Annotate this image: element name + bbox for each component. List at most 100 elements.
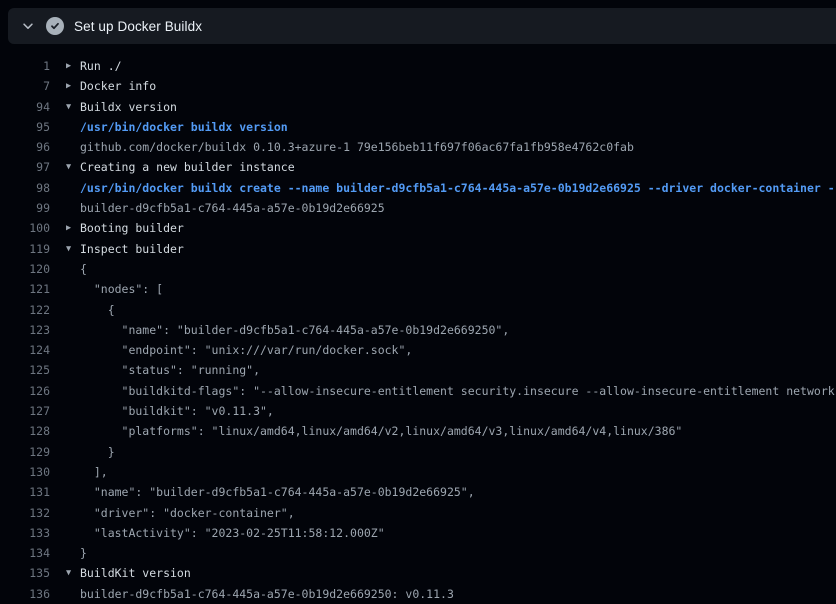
- log-line[interactable]: 119 ▼Inspect builder: [0, 239, 836, 259]
- line-number[interactable]: 130: [0, 462, 50, 482]
- gutter-spacer: [66, 462, 80, 482]
- line-number[interactable]: 129: [0, 442, 50, 462]
- output-text: "driver": "docker-container",: [80, 503, 295, 523]
- triangle-right-icon[interactable]: ▶: [66, 218, 80, 238]
- line-number[interactable]: 119: [0, 239, 50, 259]
- line-number[interactable]: 123: [0, 320, 50, 340]
- line-number[interactable]: 7: [0, 76, 50, 96]
- line-number[interactable]: 125: [0, 360, 50, 380]
- line-number[interactable]: 133: [0, 523, 50, 543]
- gutter-spacer: [66, 340, 80, 360]
- line-number[interactable]: 132: [0, 503, 50, 523]
- line-number[interactable]: 134: [0, 543, 50, 563]
- line-number[interactable]: 128: [0, 421, 50, 441]
- log-line[interactable]: 94▼Buildx version: [0, 97, 836, 117]
- gutter-spacer: [66, 401, 80, 421]
- gutter-spacer: [66, 279, 80, 299]
- gutter-spacer: [66, 503, 80, 523]
- triangle-down-icon[interactable]: ▼: [66, 563, 80, 583]
- log-line: 127 "buildkit": "v0.11.3",: [0, 401, 836, 421]
- log-line: 125 "status": "running",: [0, 360, 836, 380]
- gutter-spacer: [66, 259, 80, 279]
- line-number[interactable]: 98: [0, 178, 50, 198]
- group-title: Docker info: [80, 76, 156, 96]
- log-line: 98/usr/bin/docker buildx create --name b…: [0, 178, 836, 198]
- chevron-down-icon: [21, 19, 35, 33]
- group-title: Inspect builder: [80, 239, 184, 259]
- command-text: /usr/bin/docker buildx version: [80, 117, 288, 137]
- gutter-spacer: [66, 320, 80, 340]
- log-line: 121 "nodes": [: [0, 279, 836, 299]
- triangle-down-icon[interactable]: ▼: [66, 157, 80, 177]
- log-line[interactable]: 7 ▶Docker info: [0, 76, 836, 96]
- log-line: 133 "lastActivity": "2023-02-25T11:58:12…: [0, 523, 836, 543]
- log-line: 122 {: [0, 300, 836, 320]
- line-number[interactable]: 121: [0, 279, 50, 299]
- log-line: 96 github.com/docker/buildx 0.10.3+azure-…: [0, 137, 836, 157]
- line-number[interactable]: 120: [0, 259, 50, 279]
- output-text: {: [80, 259, 87, 279]
- output-text: "endpoint": "unix:///var/run/docker.sock…: [80, 340, 412, 360]
- output-text: "buildkitd-flags": "--allow-insecure-ent…: [80, 381, 836, 401]
- log-line[interactable]: 135 ▼BuildKit version: [0, 563, 836, 583]
- log-line: 95/usr/bin/docker buildx version: [0, 117, 836, 137]
- command-text: /usr/bin/docker buildx create --name bui…: [80, 178, 836, 198]
- log-line[interactable]: 97 ▼Creating a new builder instance: [0, 157, 836, 177]
- gutter-spacer: [66, 584, 80, 604]
- log-line: 134}: [0, 543, 836, 563]
- output-text: ],: [80, 462, 108, 482]
- line-number[interactable]: 95: [0, 117, 50, 137]
- gutter-spacer: [66, 360, 80, 380]
- gutter-spacer: [66, 300, 80, 320]
- log-line[interactable]: 1 ▶Run ./: [0, 56, 836, 76]
- line-number[interactable]: 94: [0, 97, 50, 117]
- group-title: Run ./: [80, 56, 122, 76]
- output-text: "lastActivity": "2023-02-25T11:58:12.000…: [80, 523, 385, 543]
- log-line: 128 "platforms": "linux/amd64,linux/amd6…: [0, 421, 836, 441]
- check-circle-icon: [46, 17, 64, 35]
- line-number[interactable]: 99: [0, 198, 50, 218]
- line-number[interactable]: 122: [0, 300, 50, 320]
- gutter-spacer: [66, 523, 80, 543]
- log-line: 131 "name": "builder-d9cfb5a1-c764-445a-…: [0, 482, 836, 502]
- log-line: 99builder-d9cfb5a1-c764-445a-a57e-0b19d2…: [0, 198, 836, 218]
- line-number[interactable]: 97: [0, 157, 50, 177]
- log-line: 136 builder-d9cfb5a1-c764-445a-a57e-0b19d…: [0, 584, 836, 604]
- gutter-spacer: [66, 137, 80, 157]
- line-number[interactable]: 96: [0, 137, 50, 157]
- gutter-spacer: [66, 442, 80, 462]
- log-line: 120 {: [0, 259, 836, 279]
- output-text: "platforms": "linux/amd64,linux/amd64/v2…: [80, 421, 682, 441]
- output-text: github.com/docker/buildx 0.10.3+azure-1 …: [80, 137, 634, 157]
- group-title: BuildKit version: [80, 563, 191, 583]
- log-line: 124 "endpoint": "unix:///var/run/docker.…: [0, 340, 836, 360]
- log-line: 129 }: [0, 442, 836, 462]
- line-number[interactable]: 136: [0, 584, 50, 604]
- gutter-spacer: [66, 198, 80, 218]
- output-text: {: [80, 300, 115, 320]
- line-number[interactable]: 126: [0, 381, 50, 401]
- gutter-spacer: [66, 117, 80, 137]
- log-line: 126 "buildkitd-flags": "--allow-insecure…: [0, 381, 836, 401]
- group-title: Creating a new builder instance: [80, 157, 295, 177]
- output-text: builder-d9cfb5a1-c764-445a-a57e-0b19d2e6…: [80, 584, 454, 604]
- collapse-step-button[interactable]: [16, 14, 40, 38]
- line-number[interactable]: 135: [0, 563, 50, 583]
- line-number[interactable]: 131: [0, 482, 50, 502]
- triangle-down-icon[interactable]: ▼: [66, 97, 80, 117]
- output-text: }: [80, 543, 87, 563]
- log-line[interactable]: 100▶Booting builder: [0, 218, 836, 238]
- line-number[interactable]: 127: [0, 401, 50, 421]
- triangle-right-icon[interactable]: ▶: [66, 76, 80, 96]
- output-text: "status": "running",: [80, 360, 260, 380]
- triangle-right-icon[interactable]: ▶: [66, 56, 80, 76]
- step-title: Set up Docker Buildx: [74, 19, 202, 34]
- output-text: "nodes": [: [80, 279, 163, 299]
- log-line: 132 "driver": "docker-container",: [0, 503, 836, 523]
- triangle-down-icon[interactable]: ▼: [66, 239, 80, 259]
- line-number[interactable]: 124: [0, 340, 50, 360]
- step-header[interactable]: Set up Docker Buildx: [8, 8, 836, 44]
- line-number[interactable]: 100: [0, 218, 50, 238]
- line-number[interactable]: 1: [0, 56, 50, 76]
- log-line: 123 "name": "builder-d9cfb5a1-c764-445a-…: [0, 320, 836, 340]
